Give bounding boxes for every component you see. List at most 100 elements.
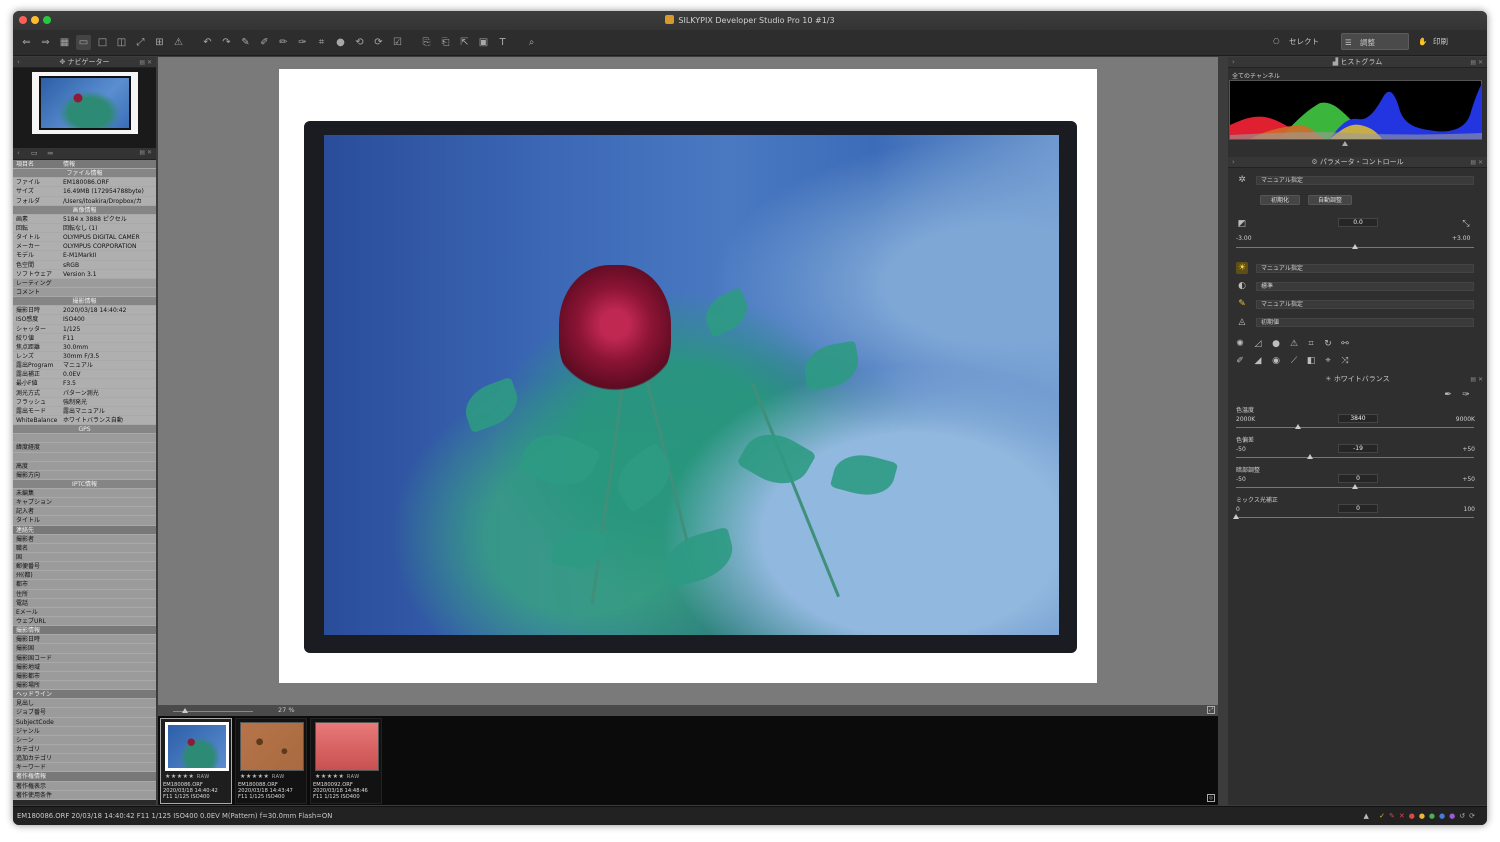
info-row[interactable]: ファイル EM180086.ORF (13, 178, 156, 188)
info-row[interactable]: シーン (13, 736, 156, 745)
filmstrip-thumbnail[interactable]: ★★★★★ RAW EM180086.ORF 2020/03/18 14:40:42… (160, 718, 232, 804)
info-row[interactable]: SubjectCode (13, 718, 156, 727)
frame-tool-icon[interactable]: ⌗ (1305, 338, 1317, 350)
mode-adjust-button[interactable]: ☰ 調整 (1341, 33, 1409, 50)
batch-develop-icon[interactable]: ⎗ (438, 35, 453, 50)
wb-slider-knob[interactable] (1352, 484, 1358, 489)
wb-slider-value[interactable]: -19 (1338, 444, 1378, 453)
fit-icon[interactable]: ⤢ (1207, 706, 1215, 714)
curve-tool-icon[interactable]: ◿ (1252, 338, 1264, 350)
info-row[interactable]: レーティング (13, 279, 156, 288)
info-row[interactable]: WhiteBalance ホワイトバランス自動 (13, 415, 156, 426)
sharpness-icon[interactable]: ◬ (1236, 316, 1248, 328)
expand-icon[interactable]: ⤡ (1460, 218, 1472, 230)
tone-dropdown[interactable]: 標準 (1256, 282, 1474, 291)
info-row[interactable]: 撮影国 (13, 644, 156, 654)
brush-tool-icon[interactable]: ✐ (1234, 355, 1246, 367)
init-button[interactable]: 初期化 (1260, 195, 1300, 205)
circle-icon[interactable]: ● (333, 35, 348, 50)
develop-icon[interactable]: ⎘ (419, 35, 434, 50)
info-row[interactable]: 撮影地域 (13, 663, 156, 672)
rotate-left-icon[interactable]: ⟲ (352, 35, 367, 50)
collapse-info-icon[interactable]: ‹ (17, 149, 20, 157)
sharpness-dropdown[interactable]: 初期値 (1256, 318, 1474, 327)
info-row[interactable]: 撮影日時 (13, 635, 156, 645)
info-row[interactable]: 記入者 (13, 507, 156, 517)
comment-icon[interactable]: ▭ (31, 149, 38, 157)
rotate-right-icon[interactable]: ⟳ (371, 35, 386, 50)
info-row[interactable]: ISO感度 ISO400 (13, 315, 156, 325)
info-row[interactable] (13, 434, 156, 444)
info-row[interactable]: メーカー OLYMPUS CORPORATION (13, 242, 156, 252)
wb-slider-knob[interactable] (1233, 514, 1239, 519)
filmstrip-thumbnail[interactable]: ★★★★★ RAW EM180088.ORF 2020/03/18 14:43:47… (235, 718, 307, 804)
info-row[interactable]: コメント (13, 288, 156, 298)
tone-tool-icon[interactable]: ✺ (1234, 338, 1246, 350)
info-row[interactable]: 撮影国コード (13, 654, 156, 663)
info-row[interactable]: 撮影情報 (13, 626, 156, 636)
rating-stars[interactable]: ★★★★★ RAW (315, 773, 360, 780)
wb-slider-value[interactable]: 0 (1338, 504, 1378, 513)
info-row[interactable]: 測光方式 パターン測光 (13, 388, 156, 398)
info-row[interactable]: 著作権情報 (13, 772, 156, 782)
zoom-window-button[interactable] (43, 16, 51, 24)
info-row[interactable]: カテゴリ (13, 745, 156, 755)
collapse-right-icon[interactable]: › (1232, 57, 1235, 68)
info-row[interactable]: ウェブURL (13, 617, 156, 627)
rating-stars[interactable]: ★★★★★ RAW (165, 773, 210, 780)
close-window-button[interactable] (19, 16, 27, 24)
dot-tool-icon[interactable]: ● (1270, 338, 1282, 350)
info-row[interactable]: タイトル (13, 516, 156, 526)
zoom-icon[interactable]: ⌕ (524, 35, 539, 50)
sun-icon[interactable]: ☀ (1236, 262, 1248, 274)
exposure-value[interactable]: 0.0 (1338, 218, 1378, 227)
info-row[interactable]: 色空間 sRGB (13, 260, 156, 270)
back-icon[interactable]: ⇐ (19, 35, 34, 50)
info-row[interactable]: レンズ 30mm F/3.5 (13, 351, 156, 362)
info-row[interactable]: 追加カテゴリ (13, 754, 156, 764)
link-tool-icon[interactable]: ⚯ (1339, 338, 1351, 350)
eyedropper-gray-icon[interactable]: ✑ (1460, 389, 1472, 401)
info-row[interactable]: ソフトウェア Version 3.1 (13, 269, 156, 279)
info-panel-menu-icon[interactable]: ▤ ✕ (139, 149, 152, 156)
zoom-slider-knob[interactable] (182, 708, 188, 713)
wb-slider-knob[interactable] (1294, 424, 1301, 429)
info-row[interactable]: 住所 (13, 590, 156, 599)
grid-view-icon[interactable]: ▦ (57, 35, 72, 50)
wb-slider-track[interactable] (1236, 427, 1474, 428)
preview-image[interactable] (279, 69, 1097, 683)
preset-dropdown[interactable]: マニュアル指定 (1256, 176, 1474, 185)
forward-icon[interactable]: ⇒ (38, 35, 53, 50)
info-row[interactable]: 緯度経度 (13, 443, 156, 453)
info-row[interactable]: 著作使用条件 (13, 791, 156, 800)
collapse-params-icon[interactable]: › (1232, 157, 1235, 168)
redo-icon[interactable]: ↷ (219, 35, 234, 50)
wb-slider-value[interactable]: 3840 (1338, 414, 1378, 423)
wb-mode-dropdown[interactable]: マニュアル指定 (1256, 264, 1474, 273)
info-row[interactable]: 撮影者 (13, 535, 156, 544)
info-row[interactable]: 画素 5184 x 3888 ピクセル (13, 214, 156, 224)
text-icon[interactable]: T (495, 35, 510, 50)
info-row[interactable]: 絞り値 F11 (13, 333, 156, 343)
thumbnail-image[interactable] (165, 722, 229, 771)
print-preview-icon[interactable]: ▣ (476, 35, 491, 50)
info-row[interactable]: 撮影日時 2020/03/18 14:40:42 (13, 306, 156, 316)
info-row[interactable]: キーワード (13, 763, 156, 773)
brush-icon[interactable]: ✑ (295, 35, 310, 50)
rating-stars[interactable]: ★★★★★ RAW (240, 773, 285, 780)
info-row[interactable]: モデル E-M1MarkII (13, 251, 156, 261)
contrast-icon[interactable]: ◐ (1236, 280, 1248, 292)
full-view-icon[interactable]: □ (95, 35, 110, 50)
sharpen-tool-icon[interactable]: ⚠ (1288, 338, 1300, 350)
fullscreen-icon[interactable]: ⤢ (133, 35, 148, 50)
image-viewer[interactable] (158, 57, 1218, 705)
wb-slider-track[interactable] (1236, 517, 1474, 518)
compare-view-icon[interactable]: ◫ (114, 35, 129, 50)
info-row[interactable]: 焦点距離 30.0mm (13, 342, 156, 352)
info-row[interactable]: フラッシュ 強制発光 (13, 397, 156, 407)
filmstrip-settings-icon[interactable]: ◎ (1207, 794, 1215, 802)
rotate-tool-icon[interactable]: ↻ (1322, 338, 1334, 350)
params-menu-icon[interactable]: ▤ ✕ (1470, 157, 1483, 168)
info-row[interactable]: ジャンル (13, 727, 156, 736)
info-row[interactable]: 回転 回転なし (1) (13, 223, 156, 234)
